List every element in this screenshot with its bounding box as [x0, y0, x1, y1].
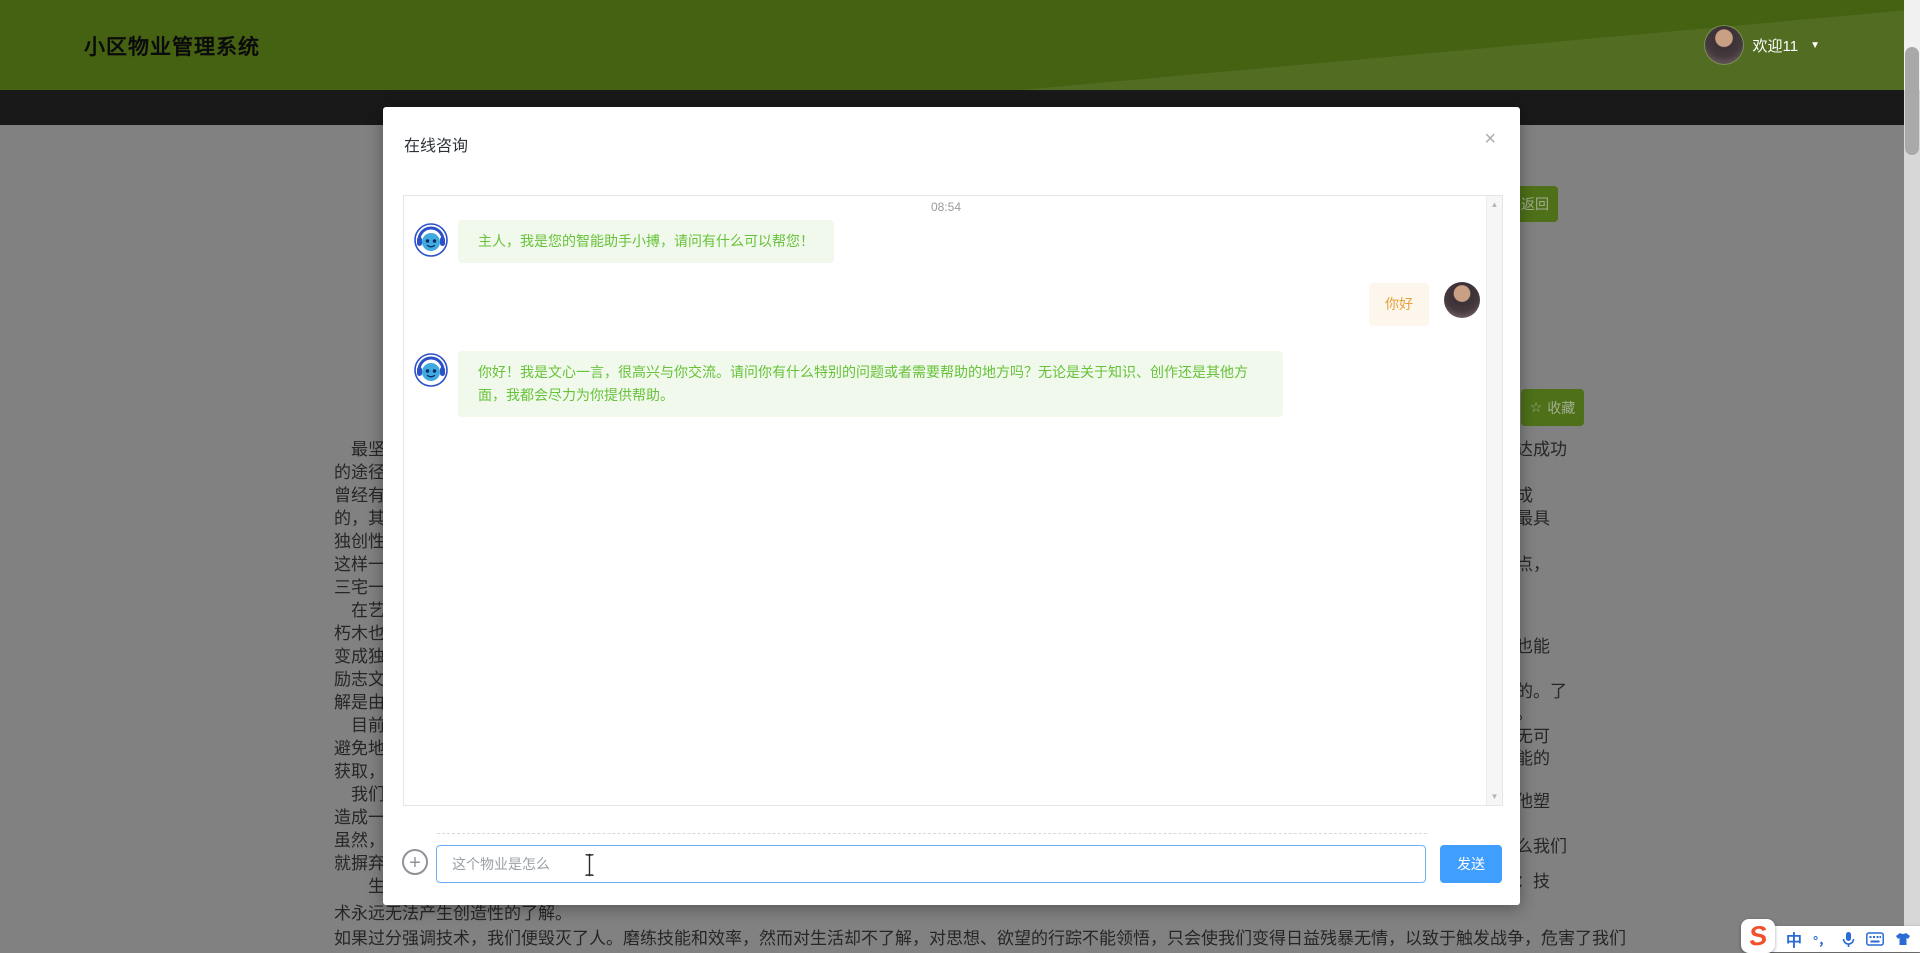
background-text-fragment: 励志文	[334, 670, 385, 689]
add-attachment-button[interactable]: +	[402, 849, 428, 875]
scroll-down-icon[interactable]: ▼	[1487, 792, 1502, 801]
background-text-fragment: 么我们	[1516, 837, 1567, 856]
background-text-fragment: 就摒弃	[334, 854, 385, 873]
background-text-fragment: 独创性	[334, 532, 385, 551]
chat-bubble-bot: 你好！我是文心一言，很高兴与你交流。请问你有什么特别的问题或者需要帮助的地方吗？…	[458, 351, 1283, 418]
ime-language-toggle[interactable]: 中	[1786, 927, 1802, 951]
chat-scrollbar[interactable]: ▲ ▼	[1486, 196, 1502, 805]
page-scrollbar[interactable]	[1904, 0, 1920, 952]
background-text-fragment: 他塑	[1516, 792, 1550, 811]
background-text-fragment: 避免地	[334, 739, 385, 758]
user-chat-avatar	[1444, 282, 1480, 318]
app-title: 小区物业管理系统	[84, 36, 260, 59]
background-text-fragment: 造成一	[334, 808, 385, 827]
background-text-fragment: ：技	[1516, 872, 1550, 891]
input-separator	[437, 833, 1427, 834]
chat-bubble-user: 你好	[1369, 283, 1429, 327]
bot-avatar	[414, 353, 448, 387]
background-text-fragment: 获取，	[334, 762, 385, 781]
background-text-fragment: 曾经有	[334, 486, 385, 505]
background-text-fragment: 虽然，	[334, 831, 385, 850]
background-text-fragment: 这样一	[334, 555, 385, 574]
ime-punctuation-toggle[interactable]: °，	[1813, 930, 1831, 949]
chevron-down-icon: ▼	[1810, 39, 1820, 51]
scroll-up-icon[interactable]: ▲	[1487, 200, 1502, 209]
bot-avatar	[414, 223, 448, 257]
background-text-fragment: 的，其	[334, 509, 385, 528]
sogou-s-icon: S	[1747, 919, 1769, 952]
back-button-label: 返回	[1521, 196, 1549, 212]
background-text-fragment: 三宅一	[334, 578, 385, 597]
favorite-button[interactable]: ☆ 收藏	[1521, 389, 1584, 426]
background-text-fragment: 达成功	[1516, 440, 1567, 459]
background-text-fragment: 无可	[1516, 727, 1550, 746]
star-icon: ☆	[1529, 399, 1543, 415]
keyboard-icon[interactable]	[1866, 932, 1885, 946]
background-text-fragment: 变成独	[334, 647, 385, 666]
welcome-label: 欢迎11	[1752, 37, 1799, 55]
sogou-logo[interactable]: S	[1741, 919, 1775, 953]
background-text-fragment: 的。了	[1516, 682, 1567, 701]
background-text-fragment: 我们	[334, 785, 385, 804]
app-header: 小区物业管理系统 欢迎11 ▼	[0, 0, 1920, 90]
scrollbar-thumb[interactable]	[1905, 47, 1919, 155]
close-icon[interactable]: ×	[1484, 129, 1496, 149]
favorite-button-label: 收藏	[1547, 399, 1576, 416]
outfit-icon[interactable]	[1895, 932, 1911, 946]
background-text-fragment: 能的	[1516, 749, 1550, 768]
user-menu[interactable]: 欢迎11 ▼	[1704, 24, 1820, 66]
text-cursor	[583, 853, 596, 882]
background-text-fragment: 最具	[1516, 509, 1550, 528]
background-text-fragment: 朽木也	[334, 624, 385, 643]
chat-timestamp: 08:54	[930, 200, 962, 214]
online-consultation-dialog: 在线咨询 × 08:54 主人，我是您的智能助手小搏，请问有什么可以帮您！ 你好	[383, 107, 1520, 905]
background-text-fragment: 如果过分强调技术，我们便毁灭了人。磨练技能和效率，然而对生活却不了解，对思想、欲…	[334, 929, 1626, 948]
background-text-fragment: 在艺	[334, 601, 385, 620]
background-text-fragment: 点，	[1516, 555, 1550, 574]
user-avatar[interactable]	[1704, 26, 1743, 64]
background-text-fragment: 最坚	[334, 440, 385, 459]
background-text-fragment: 术永远无法产生创造性的了解。	[334, 904, 572, 923]
background-text-fragment: 解是由	[334, 693, 385, 712]
background-text-fragment: 的途径	[334, 463, 385, 482]
chat-bubble-bot: 主人，我是您的智能助手小搏，请问有什么可以帮您！	[458, 220, 834, 264]
chat-message-panel: 08:54 主人，我是您的智能助手小搏，请问有什么可以帮您！ 你好 你好！我是文…	[403, 195, 1503, 806]
ime-toolbar: 中 °，	[1752, 926, 1920, 952]
send-button[interactable]: 发送	[1440, 845, 1502, 883]
dialog-title: 在线咨询	[404, 138, 469, 155]
microphone-icon[interactable]	[1842, 931, 1855, 948]
background-text-fragment: 目前	[334, 716, 385, 735]
background-text-fragment: 也能	[1516, 637, 1550, 656]
